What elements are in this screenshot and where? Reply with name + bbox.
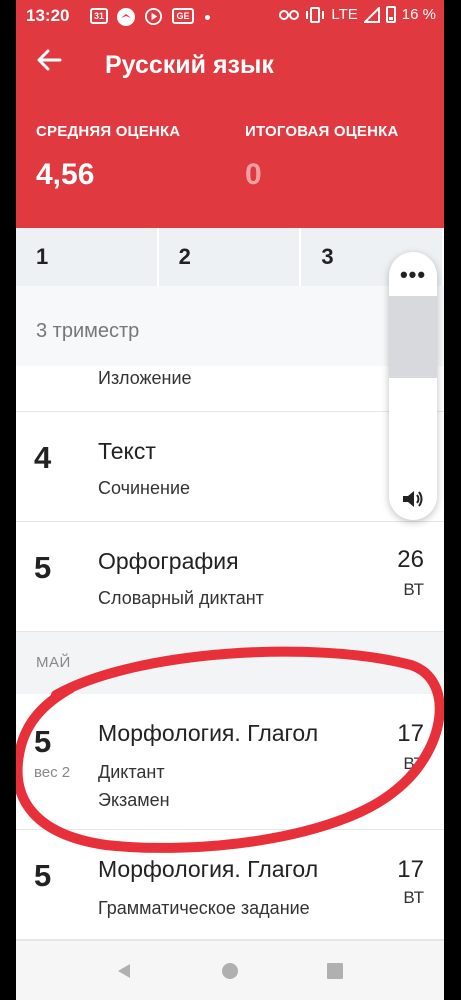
calendar-icon: 31 (90, 8, 108, 24)
grade-value: 5 (34, 550, 52, 585)
grade-row[interactable]: Изложение (16, 366, 444, 412)
page-title: Русский язык (105, 51, 274, 79)
more-options-icon[interactable]: ••• (389, 262, 437, 288)
vpn-key-icon (279, 9, 300, 20)
work-type: Изложение (98, 368, 192, 388)
red-ellipse-annotation (16, 646, 444, 853)
date-weekday: ВТ (403, 888, 424, 907)
final-grade-value: 0 (245, 158, 262, 191)
term-tabs: 1 2 3 (16, 228, 444, 286)
news-icon: GE (172, 8, 194, 24)
notification-dot (205, 15, 210, 20)
status-right: LTE 16 % (279, 6, 436, 23)
grade-row[interactable]: 5 Орфография Словарный диктант 26 ВТ (16, 522, 444, 632)
recents-nav-icon[interactable] (327, 963, 343, 979)
work-type: Сочинение (98, 478, 191, 498)
lesson-topic: Орфография (98, 548, 239, 574)
work-type: Словарный диктант (98, 588, 264, 608)
lesson-topic: Текст (98, 438, 156, 464)
vibrate-icon (306, 6, 325, 23)
network-type: LTE (331, 6, 358, 23)
app-header: Русский язык СРЕДНЯЯ ОЦЕНКА 4,56 ИТОГОВА… (16, 33, 444, 228)
speaker-icon[interactable] (401, 488, 425, 510)
battery-icon (385, 6, 396, 23)
play-icon (144, 7, 163, 26)
status-bar: 13:20 31 GE LTE 16 % (16, 0, 444, 33)
volume-panel[interactable]: ••• (389, 252, 437, 520)
grade-value: 4 (34, 440, 52, 475)
average-grade-label: СРЕДНЯЯ ОЦЕНКА (36, 123, 181, 140)
status-time: 13:20 (26, 6, 70, 25)
phone-screen: 13:20 31 GE LTE 16 % Русский язык СРЕДНЯ… (16, 0, 444, 1000)
term-section-header: 3 триместр (16, 286, 444, 366)
date-day: 26 (397, 546, 424, 573)
volume-slider[interactable] (389, 296, 437, 378)
battery-level: 16 % (401, 6, 436, 23)
tab-term-2[interactable]: 2 (159, 228, 302, 286)
back-nav-icon[interactable] (116, 963, 132, 979)
home-nav-icon[interactable] (221, 962, 239, 980)
bird-notification-icon (117, 8, 135, 26)
system-nav-bar (16, 940, 444, 1000)
average-grade-value: 4,56 (36, 158, 95, 191)
grade-row[interactable]: 4 Текст Сочинение (16, 412, 444, 522)
back-arrow-icon[interactable] (36, 47, 62, 73)
work-type: Грамматическое задание (98, 898, 310, 918)
final-grade-label: ИТОГОВАЯ ОЦЕНКА (245, 123, 399, 140)
signal-icon (363, 6, 380, 23)
date-weekday: ВТ (403, 580, 424, 599)
tab-term-1[interactable]: 1 (16, 228, 159, 286)
